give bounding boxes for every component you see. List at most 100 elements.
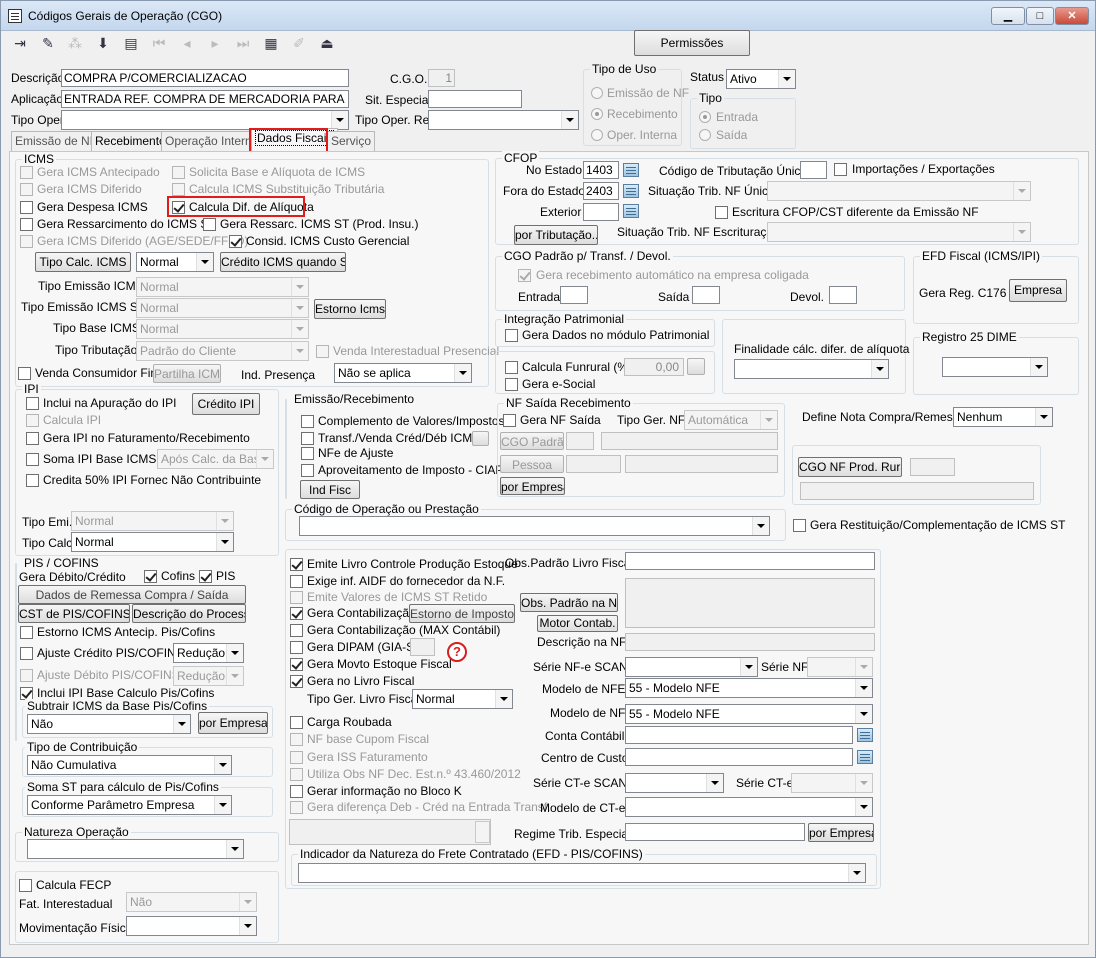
permissions-button[interactable]: Permissões [634, 30, 750, 56]
carga-roubada-checkbox[interactable] [290, 716, 303, 729]
por-tributacao-button[interactable]: por Tributação... [514, 225, 598, 245]
cgo-prod-rural-code-input[interactable] [910, 458, 955, 476]
gera-restituicao-checkbox[interactable] [793, 519, 806, 532]
escritura-cfop-checkbox[interactable] [715, 206, 728, 219]
soma-st-select[interactable]: Conforme Parâmetro Empresa [27, 795, 232, 815]
cofins-checkbox[interactable] [144, 570, 157, 583]
nf-cupom-checkbox[interactable] [290, 733, 303, 746]
funrural-lookup-button[interactable] [687, 358, 705, 375]
funrural-input[interactable]: 0,00 [624, 358, 684, 376]
radio-entrada[interactable] [699, 111, 711, 123]
partilha-icms-button[interactable]: Partilha ICMS [153, 364, 221, 383]
descricao-processo-button[interactable]: Descrição do Processo [132, 604, 246, 623]
gera-dipam-input[interactable] [410, 638, 435, 656]
edit-icon[interactable]: ✐ [287, 31, 311, 55]
ajuste-credito-checkbox[interactable] [20, 647, 33, 660]
centro-custo-input[interactable] [625, 748, 853, 766]
gera-ressarc-prod-checkbox[interactable] [203, 218, 216, 231]
sit-especial-input[interactable] [428, 90, 522, 108]
gera-icms-diferido-checkbox[interactable] [20, 183, 33, 196]
define-nota-select[interactable]: Nenhum [953, 407, 1053, 427]
tipo-base-icms-select[interactable]: Normal [136, 319, 309, 339]
tipo-contrib-select[interactable]: Não Cumulativa [27, 755, 232, 775]
soma-ipi-base-checkbox[interactable] [26, 453, 39, 466]
centro-custo-lookup-icon[interactable] [857, 750, 873, 764]
obs-padrao-nf-button[interactable]: Obs. Padrão na NF [520, 593, 618, 612]
gera-movto-estoque-checkbox[interactable] [290, 658, 303, 671]
estorno-impostos-button[interactable]: Estorno de Impostos [409, 604, 515, 623]
exit-icon[interactable]: ⇥ [8, 31, 32, 55]
next-icon[interactable]: ▸ [203, 31, 227, 55]
tab-recebimento[interactable]: Recebimento [91, 131, 170, 151]
gera-diferenca-checkbox[interactable] [290, 801, 303, 814]
exterior-input[interactable] [583, 203, 619, 221]
tipo-oper-select[interactable] [61, 110, 349, 130]
ajuste-credito-select[interactable]: Redução [173, 643, 244, 663]
fora-estado-lookup-icon[interactable] [623, 184, 639, 198]
modelo-nf-select[interactable]: 55 - Modelo NFE [625, 704, 873, 724]
movimentacao-fisica-select[interactable] [126, 916, 257, 936]
close-button[interactable]: ✕ [1055, 7, 1089, 25]
finalidade-select[interactable] [734, 359, 889, 379]
credita-50-checkbox[interactable] [26, 474, 39, 487]
tree-icon[interactable]: ⁂ [63, 31, 87, 55]
cst-pis-cofins-button[interactable]: CST de PIS/COFINS [18, 604, 130, 623]
gera-dipam-checkbox[interactable] [290, 641, 303, 654]
gera-ipi-faturamento-checkbox[interactable] [26, 432, 39, 445]
consid-custo-checkbox[interactable] [229, 235, 242, 248]
registro25-select[interactable] [942, 357, 1048, 377]
pis-por-empresa-button[interactable]: por Empresa [198, 712, 268, 734]
tipo-emi-select[interactable]: Normal [71, 511, 234, 531]
status-select[interactable]: Ativo [726, 69, 796, 89]
pis-checkbox[interactable] [199, 570, 212, 583]
serie-cte-select[interactable] [791, 773, 873, 793]
natureza-select[interactable] [27, 839, 244, 859]
tipo-ger-nf-select[interactable]: Automática [684, 410, 778, 430]
motor-contab-button[interactable]: Motor Contab. [537, 615, 618, 632]
exterior-lookup-icon[interactable] [623, 204, 639, 218]
gera-despesa-icms-checkbox[interactable] [20, 201, 33, 214]
soma-ipi-base-select[interactable]: Após Calc. da Base [157, 449, 274, 469]
pessoa-code-input[interactable] [566, 455, 621, 473]
tipo-tributacao-select[interactable]: Padrão do Cliente [136, 341, 309, 361]
tipo-calc-icms-button[interactable]: Tipo Calc. ICMS [35, 252, 131, 272]
gera-livro-fiscal-checkbox[interactable] [290, 675, 303, 688]
importacoes-checkbox[interactable] [834, 163, 847, 176]
conta-contabil-input[interactable] [625, 726, 853, 744]
calcula-funrural-checkbox[interactable] [505, 361, 518, 374]
gera-ressarcimento-checkbox[interactable] [20, 218, 33, 231]
credito-icms-st-button[interactable]: Crédito ICMS quando ST [220, 252, 346, 272]
first-icon[interactable]: ⏮ [147, 31, 171, 55]
cod-trib-input[interactable] [800, 161, 827, 179]
emite-livro-checkbox[interactable] [290, 558, 303, 571]
ajuste-debito-select[interactable]: Redução [173, 666, 244, 686]
exige-aidf-checkbox[interactable] [290, 575, 303, 588]
codigo-operacao-select[interactable] [299, 516, 770, 536]
gera-iss-checkbox[interactable] [290, 751, 303, 764]
eraser-icon[interactable]: ✎ [36, 31, 60, 55]
tipo-ger-livro-select[interactable]: Normal [412, 689, 513, 709]
regime-trib-input[interactable] [625, 823, 805, 841]
emite-st-retido-checkbox[interactable] [290, 591, 303, 604]
cgo-prod-rural-button[interactable]: CGO NF Prod. Rural [798, 457, 902, 477]
modelo-nfe-select[interactable]: 55 - Modelo NFE [625, 678, 873, 698]
gera-esocial-checkbox[interactable] [505, 378, 518, 391]
inclui-apuracao-ipi-checkbox[interactable] [26, 397, 39, 410]
save-icon[interactable]: ⬇ [91, 31, 115, 55]
credito-ipi-button[interactable]: Crédito IPI [192, 393, 260, 415]
tipo-emissao-icms-st-select[interactable]: Normal [136, 298, 309, 318]
fat-interestadual-select[interactable]: Não [126, 892, 257, 912]
no-estado-lookup-icon[interactable] [623, 163, 639, 177]
maximize-button[interactable]: □ [1026, 7, 1054, 25]
dados-remessa-button[interactable]: Dados de Remessa Compra / Saída [18, 585, 246, 604]
gera-nf-saida-checkbox[interactable] [503, 414, 516, 427]
last-icon[interactable]: ⏭ [231, 31, 255, 55]
livro-memo-scroll[interactable] [475, 821, 490, 843]
frete-select[interactable] [298, 863, 866, 883]
tab-servico[interactable]: Serviço [327, 131, 376, 151]
cgo-saida-input[interactable] [692, 286, 720, 304]
gera-icms-antecipado-checkbox[interactable] [20, 166, 33, 179]
minimize-button[interactable]: ▁ [991, 7, 1025, 25]
gera-dados-patrimonial-checkbox[interactable] [505, 329, 518, 342]
ajuste-debito-checkbox[interactable] [20, 669, 33, 682]
